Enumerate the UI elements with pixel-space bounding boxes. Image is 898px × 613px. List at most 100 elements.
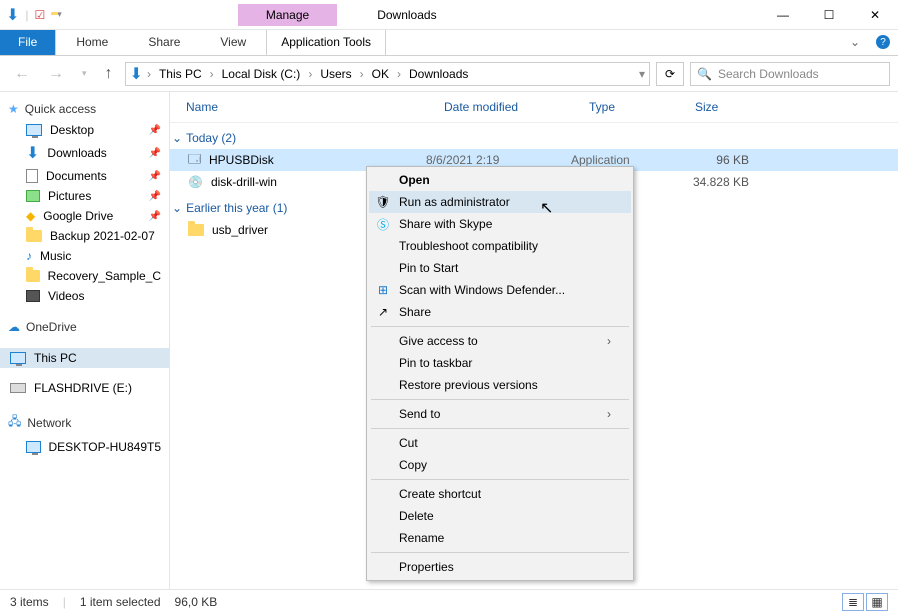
qat-properties-icon[interactable]: ☑ [35,8,46,22]
search-input[interactable]: 🔍 Search Downloads [690,62,890,86]
nav-videos[interactable]: Videos [0,286,169,306]
ctx-properties[interactable]: Properties [369,556,631,578]
pc-icon [10,352,26,364]
pin-icon: 📌 [149,125,161,136]
chevron-right-icon[interactable]: › [145,67,153,81]
chevron-down-icon: ⌄ [172,131,182,145]
chevron-right-icon[interactable]: › [358,67,366,81]
pin-icon: 📌 [149,211,161,222]
col-type[interactable]: Type [581,98,687,116]
minimize-button[interactable]: — [760,0,806,30]
defender-icon: ⊞ [375,283,391,297]
close-button[interactable]: ✕ [852,0,898,30]
ctx-troubleshoot[interactable]: Troubleshoot compatibility [369,235,631,257]
search-icon: 🔍 [697,67,712,81]
nav-network-pc[interactable]: DESKTOP-HU849T5 [0,437,169,457]
status-selection: 1 item selected [80,595,161,609]
col-size[interactable]: Size [687,98,767,116]
folder-icon [188,224,204,236]
group-today[interactable]: ⌄Today (2) [170,123,898,149]
music-icon: ♪ [26,249,32,263]
nav-flashdrive[interactable]: FLASHDRIVE (E:) [0,378,169,398]
share-tab[interactable]: Share [128,30,200,55]
ctx-restore[interactable]: Restore previous versions [369,374,631,396]
view-details-button[interactable]: ≣ [842,593,864,611]
file-tab[interactable]: File [0,30,56,55]
ctx-give-access[interactable]: Give access to› [369,330,631,352]
ctx-share[interactable]: ↗Share [369,301,631,323]
context-menu: Open 🛡Run as administrator ⓈShare with S… [366,166,634,581]
status-bar: 3 items | 1 item selected 96,0 KB ≣ ▦ [0,589,898,613]
home-tab[interactable]: Home [56,30,128,55]
address-bar-row: ← → ▾ ↑ ⬇ › This PC › Local Disk (C:) › … [0,56,898,92]
ctx-run-admin[interactable]: 🛡Run as administrator [369,191,631,213]
desktop-icon [26,124,42,136]
nav-downloads[interactable]: ⬇Downloads📌 [0,140,169,166]
crumb-disk[interactable]: Local Disk (C:) [218,67,305,81]
navigation-pane: ★Quick access Desktop📌 ⬇Downloads📌 Docum… [0,92,170,589]
skype-icon: Ⓢ [375,216,391,233]
ctx-delete[interactable]: Delete [369,505,631,527]
ctx-send-to[interactable]: Send to› [369,403,631,425]
downloads-icon: ⬇ [26,143,39,163]
chevron-right-icon[interactable]: › [395,67,403,81]
ctx-pin-start[interactable]: Pin to Start [369,257,631,279]
crumb-downloads[interactable]: Downloads [405,67,472,81]
chevron-right-icon[interactable]: › [208,67,216,81]
ctx-cut[interactable]: Cut [369,432,631,454]
nav-documents[interactable]: Documents📌 [0,166,169,186]
nav-onedrive[interactable]: ☁OneDrive [0,316,169,338]
ctx-copy[interactable]: Copy [369,454,631,476]
nav-thispc[interactable]: This PC [0,348,169,368]
nav-backup[interactable]: Backup 2021-02-07 [0,226,169,246]
nav-music[interactable]: ♪Music [0,246,169,266]
chevron-right-icon[interactable]: › [306,67,314,81]
pin-icon: 📌 [149,191,161,202]
manage-contextual-tab[interactable]: Manage [238,4,337,26]
ctx-rename[interactable]: Rename [369,527,631,549]
breadcrumb[interactable]: ⬇ › This PC › Local Disk (C:) › Users › … [125,62,650,86]
maximize-button[interactable]: ☐ [806,0,852,30]
application-tools-tab[interactable]: Application Tools [266,30,386,55]
column-headers[interactable]: Name Date modified Type Size [170,92,898,123]
crumb-thispc[interactable]: This PC [155,67,206,81]
back-button[interactable]: ← [8,65,36,83]
nav-recovery[interactable]: Recovery_Sample_C [0,266,169,286]
location-icon: ⬇ [130,64,143,84]
forward-button[interactable]: → [42,65,70,83]
exe-icon: 🗔 [188,150,201,171]
view-icons-button[interactable]: ▦ [866,593,888,611]
view-tab[interactable]: View [200,30,266,55]
cloud-icon: ☁ [8,320,20,334]
nav-googledrive[interactable]: ◆Google Drive📌 [0,206,169,226]
ctx-shortcut[interactable]: Create shortcut [369,483,631,505]
submenu-arrow-icon: › [607,407,611,421]
ctx-defender[interactable]: ⊞Scan with Windows Defender... [369,279,631,301]
window-title: Downloads [337,8,760,22]
exe-icon: 💿 [188,175,203,189]
crumb-ok[interactable]: OK [368,67,393,81]
star-icon: ★ [8,102,19,116]
ctx-pin-taskbar[interactable]: Pin to taskbar [369,352,631,374]
quick-access-group[interactable]: ★Quick access [0,98,169,120]
recent-dropdown-icon[interactable]: ▾ [76,68,93,79]
nav-network[interactable]: 🖧Network [0,408,169,437]
ribbon-collapse-icon[interactable]: ⌄ [842,30,868,55]
folder-icon [26,270,40,282]
ctx-open[interactable]: Open [369,169,631,191]
address-dropdown-icon[interactable]: ▾ [639,67,645,81]
nav-pictures[interactable]: Pictures📌 [0,186,169,206]
col-date[interactable]: Date modified [436,98,581,116]
mouse-cursor: ↖ [540,198,553,218]
qat-dropdown-icon[interactable]: ▾ [57,9,62,20]
ctx-skype[interactable]: ⓈShare with Skype [369,213,631,235]
crumb-users[interactable]: Users [316,67,355,81]
refresh-button[interactable]: ⟳ [656,62,684,86]
shield-icon: 🛡 [375,195,391,209]
google-drive-icon: ◆ [26,209,35,223]
up-button[interactable]: ↑ [99,65,119,83]
col-name[interactable]: Name [178,98,436,116]
app-icon: ⬇ [6,5,19,25]
nav-desktop[interactable]: Desktop📌 [0,120,169,140]
help-icon[interactable]: ? [876,35,890,49]
